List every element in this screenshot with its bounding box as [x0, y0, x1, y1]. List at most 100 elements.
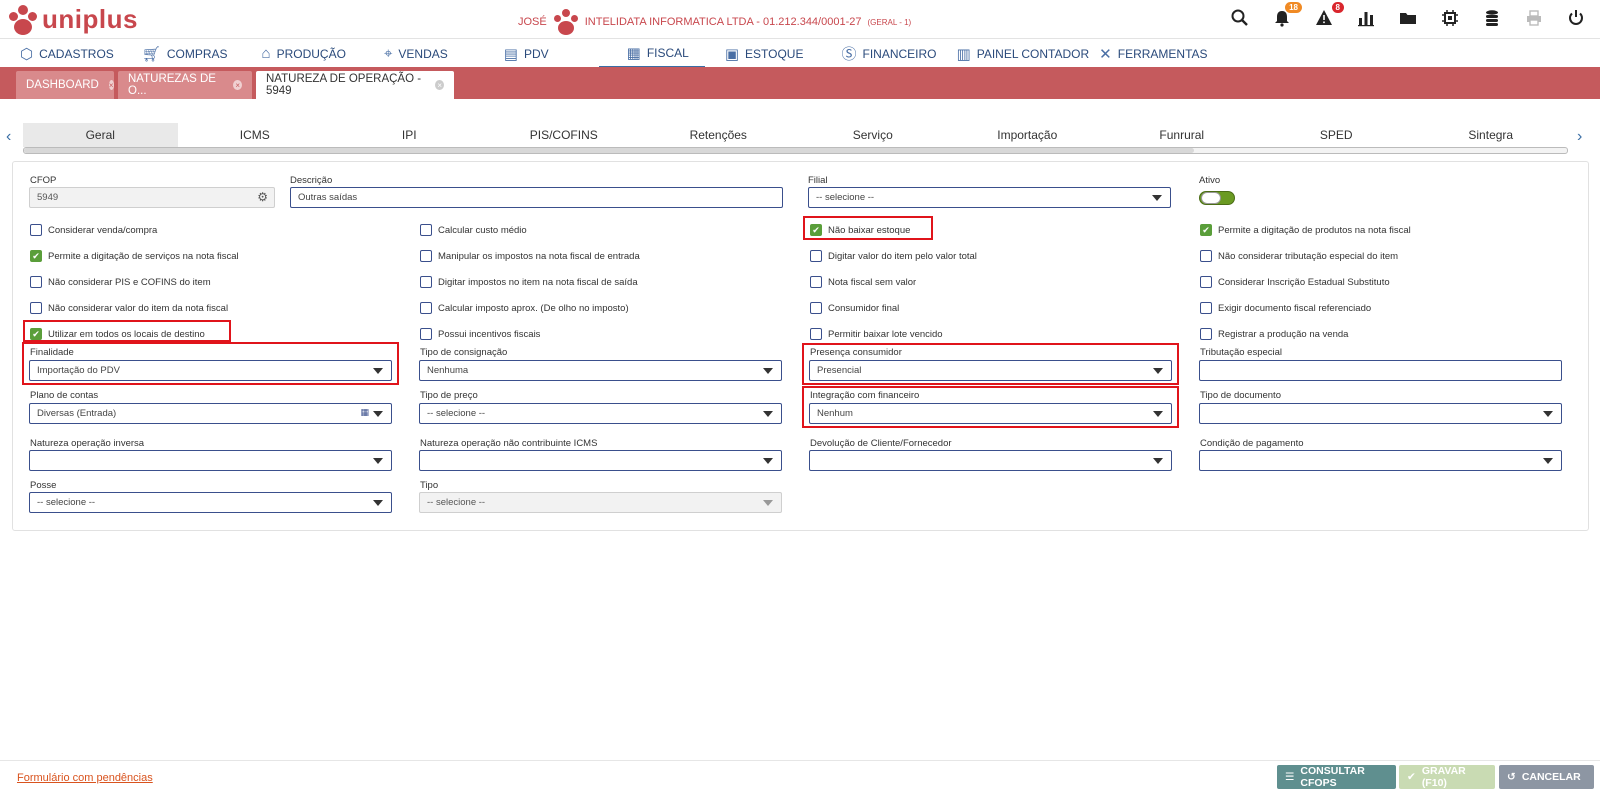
doc-tab-dashboard[interactable]: DASHBOARD × — [16, 71, 114, 99]
tab-sped[interactable]: SPED — [1259, 123, 1414, 147]
checkbox-consumidor-final[interactable]: Consumidor final — [810, 301, 899, 315]
menu-cadastros[interactable]: ⬡ CADASTROS — [10, 39, 124, 68]
checkbox-incentivos-fiscais[interactable]: Possui incentivos fiscais — [420, 327, 540, 341]
checkbox[interactable] — [810, 276, 822, 288]
menu-vendas[interactable]: ⌖ VENDAS — [374, 39, 458, 68]
checkbox-digitar-valor-total[interactable]: Digitar valor do item pelo valor total — [810, 249, 977, 263]
checkbox[interactable] — [810, 250, 822, 262]
checkbox[interactable] — [30, 276, 42, 288]
menu-compras[interactable]: 🛒︎ COMPRAS — [132, 39, 238, 68]
chip-icon[interactable] — [1438, 6, 1462, 30]
menu-producao[interactable]: ⌂ PRODUÇÃO — [252, 39, 356, 68]
checkbox[interactable] — [810, 302, 822, 314]
checkbox-considerar-venda-compra[interactable]: Considerar venda/compra — [30, 223, 157, 237]
condicao-pagamento-select[interactable] — [1199, 450, 1562, 471]
gravar-button[interactable]: ✔ GRAVAR (F10) — [1399, 765, 1495, 789]
checkbox[interactable] — [1200, 328, 1212, 340]
descricao-field[interactable]: Outras saídas — [290, 187, 783, 208]
pending-form-link[interactable]: Formulário com pendências — [17, 772, 153, 784]
menu-fiscal[interactable]: ▦ FISCAL — [598, 39, 705, 68]
printer-icon[interactable] — [1522, 6, 1546, 30]
checkbox-checked[interactable]: ✔ — [30, 250, 42, 262]
tab-icms[interactable]: ICMS — [178, 123, 333, 147]
tab-retencoes[interactable]: Retenções — [641, 123, 796, 147]
ativo-toggle[interactable] — [1199, 191, 1235, 205]
search-icon[interactable] — [1228, 6, 1252, 30]
checkbox-nao-considerar-valor-item[interactable]: Não considerar valor do item da nota fis… — [30, 301, 228, 315]
close-icon[interactable]: × — [108, 80, 114, 90]
menu-pdv[interactable]: ▤ PDV — [494, 39, 559, 68]
checkbox[interactable] — [420, 250, 432, 262]
natureza-nao-contribuinte-select[interactable] — [419, 450, 782, 471]
filial-select[interactable]: -- selecione -- — [808, 187, 1171, 208]
checkbox-digitacao-servicos[interactable]: ✔ Permite a digitação de serviços na nota… — [30, 249, 239, 263]
doc-tab-naturezas[interactable]: NATUREZAS DE O... × — [118, 71, 252, 99]
checkbox-registrar-producao[interactable]: Registrar a produção na venda — [1200, 327, 1348, 341]
bar-chart-icon[interactable] — [1354, 6, 1378, 30]
tab-importacao[interactable]: Importação — [950, 123, 1105, 147]
checkbox-digitar-impostos-saida[interactable]: Digitar impostos no item na nota fiscal … — [420, 275, 638, 289]
gear-icon[interactable]: ⚙ — [257, 190, 268, 204]
checkbox[interactable] — [420, 276, 432, 288]
checkbox[interactable] — [1200, 276, 1212, 288]
tab-servico[interactable]: Serviço — [796, 123, 951, 147]
tab-funrural[interactable]: Funrural — [1105, 123, 1260, 147]
menu-estoque[interactable]: ▣ ESTOQUE — [715, 39, 814, 68]
checkbox[interactable] — [420, 328, 432, 340]
doc-tab-natureza-5949[interactable]: NATUREZA DE OPERAÇÃO - 5949 × — [256, 71, 454, 99]
checkbox[interactable] — [810, 328, 822, 340]
posse-label: Posse — [30, 480, 57, 491]
folder-icon[interactable] — [1396, 6, 1420, 30]
checkbox[interactable] — [30, 224, 42, 236]
scrollbar-thumb[interactable] — [24, 148, 1194, 153]
chevron-right-icon[interactable]: › — [1577, 128, 1582, 146]
alert-icon[interactable]: 8 — [1312, 2, 1344, 30]
chevron-left-icon[interactable]: ‹ — [6, 128, 11, 146]
checkbox-nao-considerar-pis-cofins[interactable]: Não considerar PIS e COFINS do item — [30, 275, 211, 289]
tributacao-especial-field[interactable] — [1199, 360, 1562, 381]
tipo-select[interactable]: -- selecione -- — [419, 492, 782, 513]
checkbox-checked[interactable]: ✔ — [1200, 224, 1212, 236]
checkbox[interactable] — [420, 302, 432, 314]
checkbox[interactable] — [420, 224, 432, 236]
company-selector[interactable]: JOSÉ INTELIDATA INFORMATICA LTDA - 01.21… — [518, 9, 911, 35]
uniplus-logo[interactable]: uniplus — [8, 4, 138, 35]
cancelar-button[interactable]: ↺ CANCELAR — [1499, 765, 1594, 789]
checkbox-exigir-documento[interactable]: Exigir documento fiscal referenciado — [1200, 301, 1371, 315]
table-icon[interactable]: ▦ — [360, 407, 369, 418]
checkbox-inscricao-substituto[interactable]: Considerar Inscrição Estadual Substituto — [1200, 275, 1390, 289]
tab-sintegra[interactable]: Sintegra — [1414, 123, 1569, 147]
tab-pis-cofins[interactable]: PIS/COFINS — [487, 123, 642, 147]
checkbox-baixar-lote-vencido[interactable]: Permitir baixar lote vencido — [810, 327, 943, 341]
checkbox-nao-considerar-tributacao[interactable]: Não considerar tributação especial do it… — [1200, 249, 1398, 263]
menu-label: FISCAL — [646, 45, 689, 60]
menu-ferramentas[interactable]: ✕ FERRAMENTAS — [1089, 39, 1217, 68]
tabs-scrollbar[interactable] — [23, 147, 1568, 154]
menu-financeiro[interactable]: Ⓢ FINANCEIRO — [831, 39, 946, 68]
checkbox[interactable] — [1200, 302, 1212, 314]
tab-geral[interactable]: Geral — [23, 123, 178, 147]
tab-ipi[interactable]: IPI — [332, 123, 487, 147]
natureza-inversa-select[interactable] — [29, 450, 392, 471]
checkbox-calcular-custo-medio[interactable]: Calcular custo médio — [420, 223, 527, 237]
database-icon[interactable] — [1480, 6, 1504, 30]
tipo-documento-select[interactable] — [1199, 403, 1562, 424]
checkbox[interactable] — [1200, 250, 1212, 262]
checkbox-nota-sem-valor[interactable]: Nota fiscal sem valor — [810, 275, 916, 289]
close-icon[interactable]: × — [233, 80, 242, 90]
cfop-field[interactable]: 5949 ⚙ — [29, 187, 275, 208]
consultar-cfops-button[interactable]: ☰ CONSULTAR CFOPS — [1277, 765, 1396, 789]
bell-icon[interactable]: 18 — [1270, 2, 1302, 30]
checkbox[interactable] — [30, 302, 42, 314]
devolucao-select[interactable] — [809, 450, 1172, 471]
power-icon[interactable] — [1564, 6, 1588, 30]
checkbox-calcular-imposto-aprox[interactable]: Calcular imposto aprox. (De olho no impo… — [420, 301, 629, 315]
checkbox-digitacao-produtos[interactable]: ✔ Permite a digitação de produtos na nota… — [1200, 223, 1411, 237]
tipo-preco-select[interactable]: -- selecione -- — [419, 403, 782, 424]
plano-contas-select[interactable]: Diversas (Entrada) ▦ — [29, 403, 392, 424]
posse-select[interactable]: -- selecione -- — [29, 492, 392, 513]
menu-painel-contador[interactable]: ▥ PAINEL CONTADOR — [947, 39, 1100, 68]
close-icon[interactable]: × — [435, 80, 444, 90]
tipo-consignacao-select[interactable]: Nenhuma — [419, 360, 782, 381]
checkbox-manipular-impostos[interactable]: Manipular os impostos na nota fiscal de … — [420, 249, 640, 263]
